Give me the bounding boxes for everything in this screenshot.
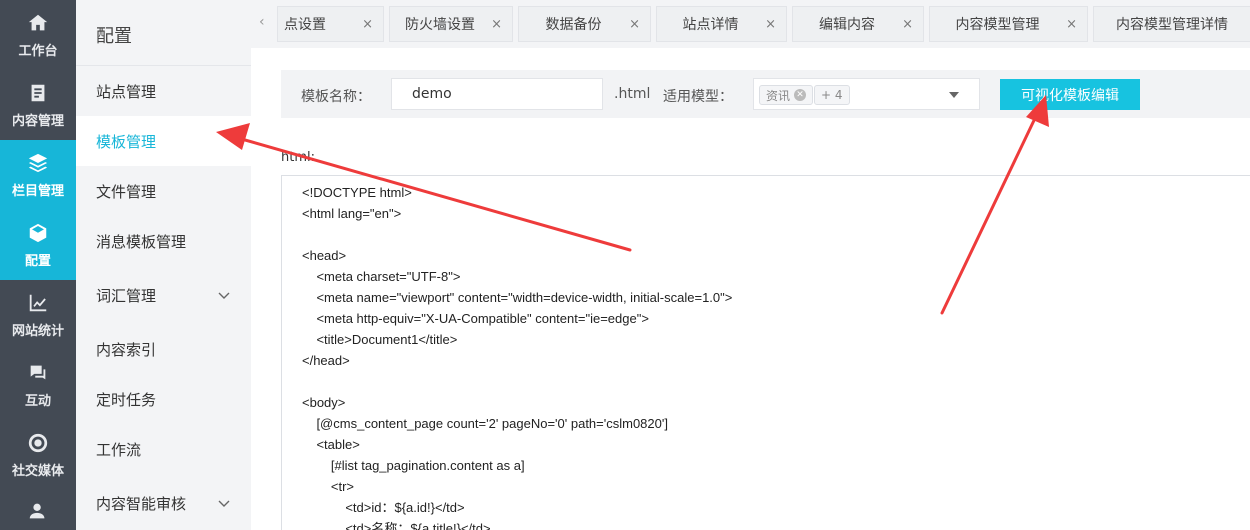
rail-item-columns[interactable]: 栏目管理	[0, 140, 76, 210]
template-suffix: .html	[614, 86, 651, 102]
sidebar-item-label: 词汇管理	[96, 286, 157, 305]
sidebar-item-smart-review[interactable]: 内容智能审核	[76, 474, 251, 530]
code-line: [@cms_content_page count='2' pageNo='0' …	[302, 416, 668, 431]
code-line: <meta charset="UTF-8">	[302, 269, 461, 284]
tab-content-model-management[interactable]: 内容模型管理 ×	[929, 6, 1088, 42]
editor-label: html:	[281, 150, 315, 165]
tab-content-model-detail[interactable]: 内容模型管理详情	[1093, 6, 1250, 42]
layers-icon	[27, 152, 49, 174]
rail-item-label: 栏目管理	[11, 183, 64, 199]
template-name-input[interactable]: demo	[391, 78, 603, 110]
tab-data-backup[interactable]: 数据备份 ×	[518, 6, 651, 42]
code-line: <body>	[302, 395, 346, 410]
code-line: <td>名称：${a.title!}</td>	[302, 521, 491, 530]
rail-item-workbench[interactable]: 工作台	[0, 0, 76, 70]
social-icon	[27, 432, 49, 454]
code-line: <meta http-equiv="X-UA-Compatible" conte…	[302, 311, 649, 326]
sidebar-item-label: 文件管理	[96, 182, 157, 201]
code-line: <td>id：${a.id!}</td>	[302, 500, 465, 515]
visual-edit-button[interactable]: 可视化模板编辑	[1000, 79, 1140, 110]
rail-item-label: 工作台	[18, 43, 58, 59]
close-icon[interactable]: ×	[1066, 17, 1077, 32]
tab-label: 防火墙设置	[405, 17, 475, 33]
rail-item-label: 配置	[24, 253, 51, 269]
tab-label: 点设置	[284, 17, 326, 33]
model-select[interactable]: 资讯 ✕ + 4	[753, 78, 980, 110]
user-icon	[27, 500, 49, 522]
sidebar-item-scheduled-tasks[interactable]: 定时任务	[76, 374, 251, 424]
sidebar-item-vocabulary[interactable]: 词汇管理	[76, 266, 251, 324]
close-icon[interactable]: ×	[491, 17, 502, 32]
chat-icon	[27, 362, 49, 384]
sidebar-item-message-template[interactable]: 消息模板管理	[76, 216, 251, 266]
tab-site-settings[interactable]: 点设置 ×	[277, 6, 384, 42]
sidebar-item-label: 内容智能审核	[96, 494, 187, 513]
model-more-tag: + 4	[814, 85, 850, 105]
tab-label: 内容模型管理详情	[1116, 17, 1228, 33]
close-icon[interactable]: ×	[765, 17, 776, 32]
sidebar-item-template-management[interactable]: 模板管理	[76, 116, 251, 166]
code-line: <meta name="viewport" content="width=dev…	[302, 290, 733, 305]
model-label: 适用模型：	[663, 89, 733, 105]
tab-firewall-settings[interactable]: 防火墙设置 ×	[389, 6, 513, 42]
content-icon	[27, 82, 49, 104]
main-nav-rail: 工作台 内容管理 栏目管理 配置 网站统计 互动 社交媒体	[0, 0, 76, 530]
rail-item-config[interactable]: 配置	[0, 210, 76, 280]
sidebar-item-label: 内容索引	[96, 340, 157, 359]
sidebar-item-content-index[interactable]: 内容索引	[76, 324, 251, 374]
home-icon	[27, 12, 49, 34]
code-line: </head>	[302, 353, 350, 368]
template-name-label: 模板名称：	[301, 89, 371, 105]
caret-down-icon	[949, 92, 959, 98]
code-line: <html lang="en">	[302, 206, 402, 221]
tab-edit-content[interactable]: 编辑内容 ×	[792, 6, 924, 42]
sidebar-item-label: 站点管理	[96, 82, 157, 101]
rail-item-content[interactable]: 内容管理	[0, 70, 76, 140]
tag-close-icon[interactable]: ✕	[794, 89, 807, 101]
code-editor[interactable]: <!DOCTYPE html> <html lang="en"> <head> …	[281, 175, 1250, 530]
code-line: <title>Document1</title>	[302, 332, 458, 347]
rail-item-label: 内容管理	[11, 113, 64, 129]
rail-item-user[interactable]	[0, 490, 76, 530]
code-line: <table>	[302, 437, 360, 452]
rail-item-stats[interactable]: 网站统计	[0, 280, 76, 350]
sidebar-item-workflow[interactable]: 工作流	[76, 424, 251, 474]
close-icon[interactable]: ×	[629, 17, 640, 32]
model-tag[interactable]: 资讯 ✕	[759, 85, 814, 105]
tab-label: 编辑内容	[819, 17, 875, 33]
config-sidebar: 配置 站点管理 模板管理 文件管理 消息模板管理 词汇管理 内容索引 定时任务 …	[76, 0, 251, 530]
sidebar-title: 配置	[76, 0, 251, 66]
chevron-down-icon	[218, 292, 230, 299]
tab-label: 站点详情	[682, 17, 739, 33]
chart-icon	[27, 292, 49, 314]
close-icon[interactable]: ×	[902, 17, 913, 32]
rail-item-label: 网站统计	[11, 323, 64, 339]
sidebar-item-label: 工作流	[96, 440, 142, 459]
rail-item-interaction[interactable]: 互动	[0, 350, 76, 420]
tabs-scroll-left-icon[interactable]: ‹	[259, 14, 265, 30]
tab-site-details[interactable]: 站点详情 ×	[656, 6, 787, 42]
rail-item-label: 互动	[24, 393, 51, 409]
template-name-value: demo	[412, 86, 452, 102]
model-tag-label: 资讯	[766, 88, 791, 103]
chevron-down-icon	[218, 500, 230, 507]
cube-icon	[27, 222, 49, 244]
sidebar-item-label: 模板管理	[96, 132, 157, 151]
sidebar-item-label: 消息模板管理	[96, 232, 187, 251]
code-line: <!DOCTYPE html>	[302, 185, 412, 200]
sidebar-item-file-management[interactable]: 文件管理	[76, 166, 251, 216]
code-line: <head>	[302, 248, 347, 263]
sidebar-item-label: 定时任务	[96, 390, 157, 409]
tabs-bar: ‹ 点设置 × 防火墙设置 × 数据备份 × 站点详情 × 编辑内容 × 内容模…	[251, 0, 1250, 48]
rail-item-label: 社交媒体	[11, 463, 64, 479]
close-icon[interactable]: ×	[362, 17, 373, 32]
sidebar-item-site-management[interactable]: 站点管理	[76, 66, 251, 116]
code-line: [#list tag_pagination.content as a]	[302, 458, 525, 473]
tab-label: 数据备份	[545, 17, 602, 33]
rail-item-social[interactable]: 社交媒体	[0, 420, 76, 490]
code-line: <tr>	[302, 479, 355, 494]
tab-label: 内容模型管理	[955, 17, 1040, 33]
